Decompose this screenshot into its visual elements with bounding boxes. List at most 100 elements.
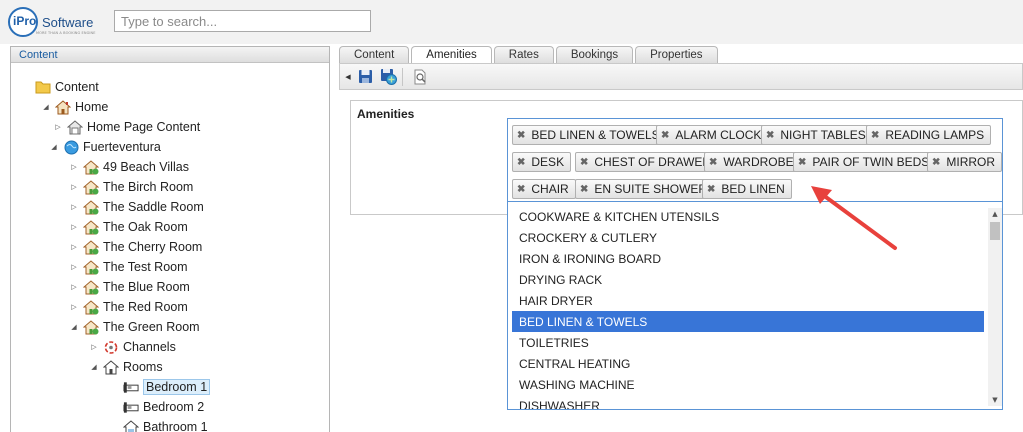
collapsed-arrow-icon[interactable]: ▷ (69, 282, 79, 292)
remove-tag-icon[interactable]: ✖ (517, 130, 525, 141)
tree-node[interactable]: ▷ The Blue Room (69, 277, 190, 297)
remove-tag-icon[interactable]: ✖ (580, 184, 588, 195)
tree-node-label: The Cherry Room (103, 240, 203, 254)
preview-icon[interactable] (410, 67, 430, 87)
channels-icon (103, 339, 119, 355)
amenities-label: Amenities (357, 107, 415, 121)
collapsed-arrow-icon[interactable]: ▷ (69, 242, 79, 252)
amenities-multiselect[interactable]: ✖ BED LINEN & TOWELS ✖ ALARM CLOCK ✖ NIGHT TA… (507, 118, 1003, 202)
collapsed-arrow-icon[interactable]: ▷ (69, 262, 79, 272)
search-input[interactable] (114, 10, 371, 32)
amenity-tag: ✖ BED LINEN & TOWELS (512, 125, 667, 145)
tree-node-label: Content (55, 80, 99, 94)
tab-rates[interactable]: Rates (493, 46, 554, 63)
amenity-option[interactable]: COOKWARE & KITCHEN UTENSILS (512, 206, 984, 227)
tree-node-label: The Test Room (103, 260, 188, 274)
tab-properties[interactable]: Properties (635, 46, 718, 63)
remove-tag-icon[interactable]: ✖ (580, 157, 588, 168)
dropdown-scrollbar[interactable]: ▲ ▼ (988, 208, 1002, 406)
collapsed-arrow-icon[interactable]: ▷ (69, 162, 79, 172)
editor-tabs: Content Amenities Rates Bookings Properties (339, 46, 720, 63)
villa-icon (83, 219, 99, 235)
tree-node[interactable]: ▷ The Test Room (69, 257, 188, 277)
tree-node[interactable]: ◢ Rooms (89, 357, 163, 377)
villa-icon (83, 299, 99, 315)
amenity-option[interactable]: BED LINEN & TOWELS (512, 311, 984, 332)
tree-node[interactable]: ◢ Fuerteventura (49, 137, 161, 157)
tree-node-label: Rooms (123, 360, 163, 374)
amenity-tag: ✖ PAIR OF TWIN BEDS (793, 152, 937, 172)
remove-tag-icon[interactable]: ✖ (798, 157, 806, 168)
tree-node[interactable]: Content (21, 77, 99, 97)
content-panel-header: Content (11, 47, 329, 63)
amenity-option[interactable]: WASHING MACHINE (512, 374, 984, 395)
remove-tag-icon[interactable]: ✖ (661, 130, 669, 141)
save-publish-icon[interactable] (378, 67, 398, 87)
tree-node[interactable]: ▷ The Birch Room (69, 177, 193, 197)
tree-node[interactable]: ▷ Home Page Content (53, 117, 200, 137)
ipro-software-logo[interactable]: iPro Software MORE THAN A BOOKING ENGINE (8, 6, 100, 40)
scroll-up-icon[interactable]: ▲ (988, 208, 1002, 220)
tree-node[interactable]: ▷ Channels (89, 337, 176, 357)
collapsed-arrow-icon[interactable]: ▷ (89, 342, 99, 352)
amenity-option[interactable]: DRYING RACK (512, 269, 984, 290)
collapsed-arrow-icon[interactable]: ▷ (53, 122, 63, 132)
save-icon[interactable] (355, 67, 375, 87)
collapsed-arrow-icon[interactable]: ▷ (69, 202, 79, 212)
tree-node[interactable]: ▷ The Saddle Room (69, 197, 204, 217)
amenities-dropdown[interactable]: DISHWASHER WASHING MACHINE CENTRAL HEATING… (507, 202, 1003, 410)
amenity-option[interactable]: DISHWASHER (512, 395, 984, 409)
tree-node-label: The Red Room (103, 300, 188, 314)
remove-tag-icon[interactable]: ✖ (871, 130, 879, 141)
tab-bookings[interactable]: Bookings (555, 46, 634, 63)
amenity-option[interactable]: CENTRAL HEATING (512, 353, 984, 374)
tree-node[interactable]: Bedroom 1 (109, 377, 211, 397)
expanded-arrow-icon[interactable]: ◢ (89, 362, 99, 372)
tab-amenities[interactable]: Amenities (411, 46, 492, 63)
amenity-tag: ✖ ALARM CLOCK (656, 125, 769, 145)
tree-node[interactable]: ▷ The Red Room (69, 297, 188, 317)
scrollbar-thumb[interactable] (990, 222, 1000, 240)
expanded-arrow-icon[interactable]: ◢ (41, 102, 51, 112)
tree-node[interactable]: Bathroom 1 (109, 417, 208, 432)
tree-node[interactable]: ◢ Home (41, 97, 108, 117)
collapsed-arrow-icon[interactable]: ▷ (69, 182, 79, 192)
expanded-arrow-icon[interactable]: ◢ (69, 322, 79, 332)
remove-tag-icon[interactable]: ✖ (707, 184, 715, 195)
amenity-tag-label: DESK (531, 155, 565, 169)
tree-node-label: The Birch Room (103, 180, 194, 194)
amenity-option[interactable]: IRON & IRONING BOARD (512, 248, 984, 269)
tree-node-label: Channels (123, 340, 176, 354)
amenity-tag-label: READING LAMPS (885, 128, 985, 142)
remove-tag-icon[interactable]: ✖ (517, 157, 525, 168)
collapsed-arrow-icon[interactable]: ▷ (69, 222, 79, 232)
remove-tag-icon[interactable]: ✖ (766, 130, 774, 141)
tree-node[interactable]: ▷ The Oak Room (69, 217, 188, 237)
amenity-tag-label: CHAIR (531, 182, 569, 196)
amenity-tag: ✖ READING LAMPS (866, 125, 992, 145)
tree-node[interactable]: Bedroom 2 (109, 397, 204, 417)
expanded-arrow-icon[interactable]: ◢ (49, 142, 59, 152)
villa-icon (83, 319, 99, 335)
villa-icon (83, 199, 99, 215)
tree-node[interactable]: ◢ The Green Room (69, 317, 200, 337)
bed-icon (123, 399, 139, 415)
scroll-down-icon[interactable]: ▼ (988, 394, 1002, 406)
tree-node[interactable]: ▷ 49 Beach Villas (69, 157, 189, 177)
amenity-tag-label: CHEST OF DRAWERS (594, 155, 720, 169)
amenity-option[interactable]: HAIR DRYER (512, 290, 984, 311)
tree-node[interactable]: ▷ The Cherry Room (69, 237, 202, 257)
collapse-toggle-icon[interactable]: ◀ (344, 67, 352, 87)
amenity-tag: ✖ NIGHT TABLES (761, 125, 873, 145)
house-icon (55, 99, 71, 115)
remove-tag-icon[interactable]: ✖ (517, 184, 525, 195)
amenity-tag: ✖ CHAIR (512, 179, 576, 199)
tab-content[interactable]: Content (339, 46, 410, 63)
collapsed-arrow-icon[interactable]: ▷ (69, 302, 79, 312)
tree-node-label: Fuerteventura (83, 140, 161, 154)
amenity-option[interactable]: CROCKERY & CUTLERY (512, 227, 984, 248)
remove-tag-icon[interactable]: ✖ (709, 157, 717, 168)
amenity-option[interactable]: TOILETRIES (512, 332, 984, 353)
remove-tag-icon[interactable]: ✖ (932, 157, 940, 168)
